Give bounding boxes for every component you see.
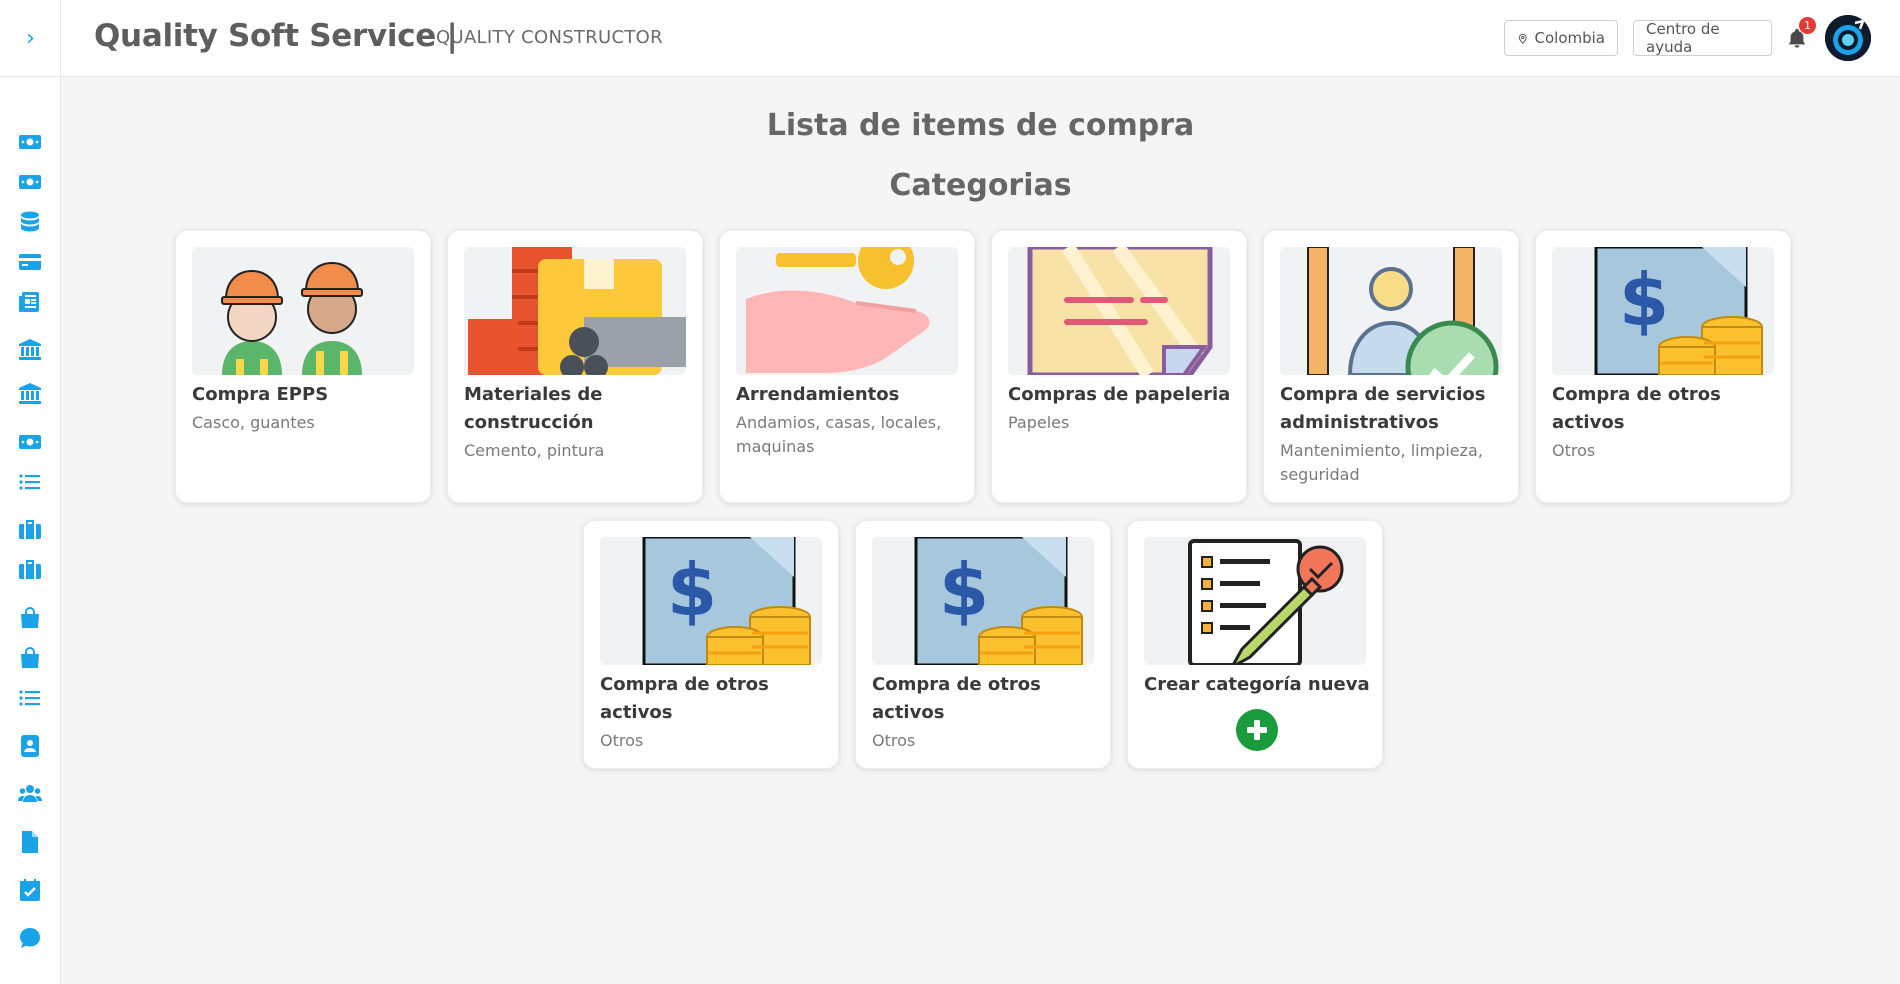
page-title: Lista de items de compra [766,108,1195,143]
chat-icon[interactable] [17,925,43,951]
new-category-card[interactable]: Crear categoría nueva [1127,520,1383,769]
svg-text:$: $ [1619,258,1669,342]
admin-services-icon [1280,247,1502,375]
contact-book-icon[interactable] [17,733,43,759]
card-title: Compra de servicios administrativos [1280,384,1486,433]
materials-icon [464,247,686,375]
category-card[interactable]: Compras de papeleria Papeles [991,230,1247,503]
category-card[interactable]: Arrendamientos Andamios, casas, locales,… [719,230,975,503]
money-icon[interactable] [17,129,43,155]
dollar-coins-icon: $ [872,537,1094,665]
category-card[interactable]: Compra EPPS Casco, guantes [175,230,431,503]
briefcase-icon[interactable] [17,516,43,542]
list-icon[interactable] [17,685,43,711]
brand-title: Quality Soft Service | [94,18,458,54]
card-title: Compra de otros activos [600,674,769,723]
card-title: Compra EPPS [192,384,329,405]
card-description: Otros [872,731,916,750]
help-center-button[interactable]: Centro de ayuda [1633,20,1772,56]
dollar-coins-icon: $ [1552,247,1774,375]
category-card[interactable]: $ Compra de otros activos Otros [1535,230,1791,503]
bag-icon[interactable] [17,605,43,631]
section-title: Categorias [889,168,1072,203]
country-label: Colombia [1534,29,1606,47]
newspaper-icon[interactable] [17,289,43,315]
location-pin-icon [1518,33,1527,44]
company-name: QUALITY CONSTRUCTOR [436,27,663,48]
briefcase-icon[interactable] [17,556,43,582]
card-description: Otros [1552,441,1596,460]
users-icon[interactable] [17,781,43,807]
top-header: Quality Soft Service | QUALITY CONSTRUCT… [61,0,1900,77]
notification-badge: 1 [1799,17,1816,34]
paper-icon [1008,247,1230,375]
card-title: Compra de otros activos [1552,384,1721,433]
card-description: Cemento, pintura [464,441,605,460]
list-icon[interactable] [17,469,43,495]
card-title: Crear categoría nueva [1144,674,1370,695]
file-icon[interactable] [17,829,43,855]
svg-text:$: $ [667,548,717,632]
card-title: Materiales de construcción [464,384,603,433]
workers-icon [192,247,414,375]
database-icon[interactable] [17,209,43,235]
rent-key-icon [736,247,958,375]
card-description: Otros [600,731,644,750]
card-title: Arrendamientos [736,384,900,405]
bank-icon[interactable] [17,337,43,363]
category-card[interactable]: $ Compra de otros activos Otros [583,520,839,769]
money-icon[interactable] [17,429,43,455]
avatar[interactable] [1825,15,1871,61]
card-description: Casco, guantes [192,413,315,432]
card-title: Compras de papeleria [1008,384,1231,405]
category-card[interactable]: Compra de servicios administrativos Mant… [1263,230,1519,503]
money-icon[interactable] [17,169,43,195]
category-card[interactable]: Materiales de construcción Cemento, pint… [447,230,703,503]
svg-text:$: $ [939,548,989,632]
bank-icon[interactable] [17,381,43,407]
sidebar: › [0,0,61,984]
card-description: Papeles [1008,413,1070,432]
bag-icon[interactable] [17,645,43,671]
add-category-button[interactable] [1236,709,1278,751]
calendar-check-icon[interactable] [17,877,43,903]
card-title: Compra de otros activos [872,674,1041,723]
plus-icon [1247,720,1267,740]
card-icon[interactable] [17,249,43,275]
checklist-pencil-icon [1144,537,1366,665]
card-description: Andamios, casas, locales, maquinas [736,413,942,456]
country-button[interactable]: Colombia [1504,20,1618,56]
sidebar-toggle-button[interactable]: › [0,0,61,77]
category-card[interactable]: $ Compra de otros activos Otros [855,520,1111,769]
card-description: Mantenimiento, limpieza, seguridad [1280,441,1483,484]
dollar-coins-icon: $ [600,537,822,665]
